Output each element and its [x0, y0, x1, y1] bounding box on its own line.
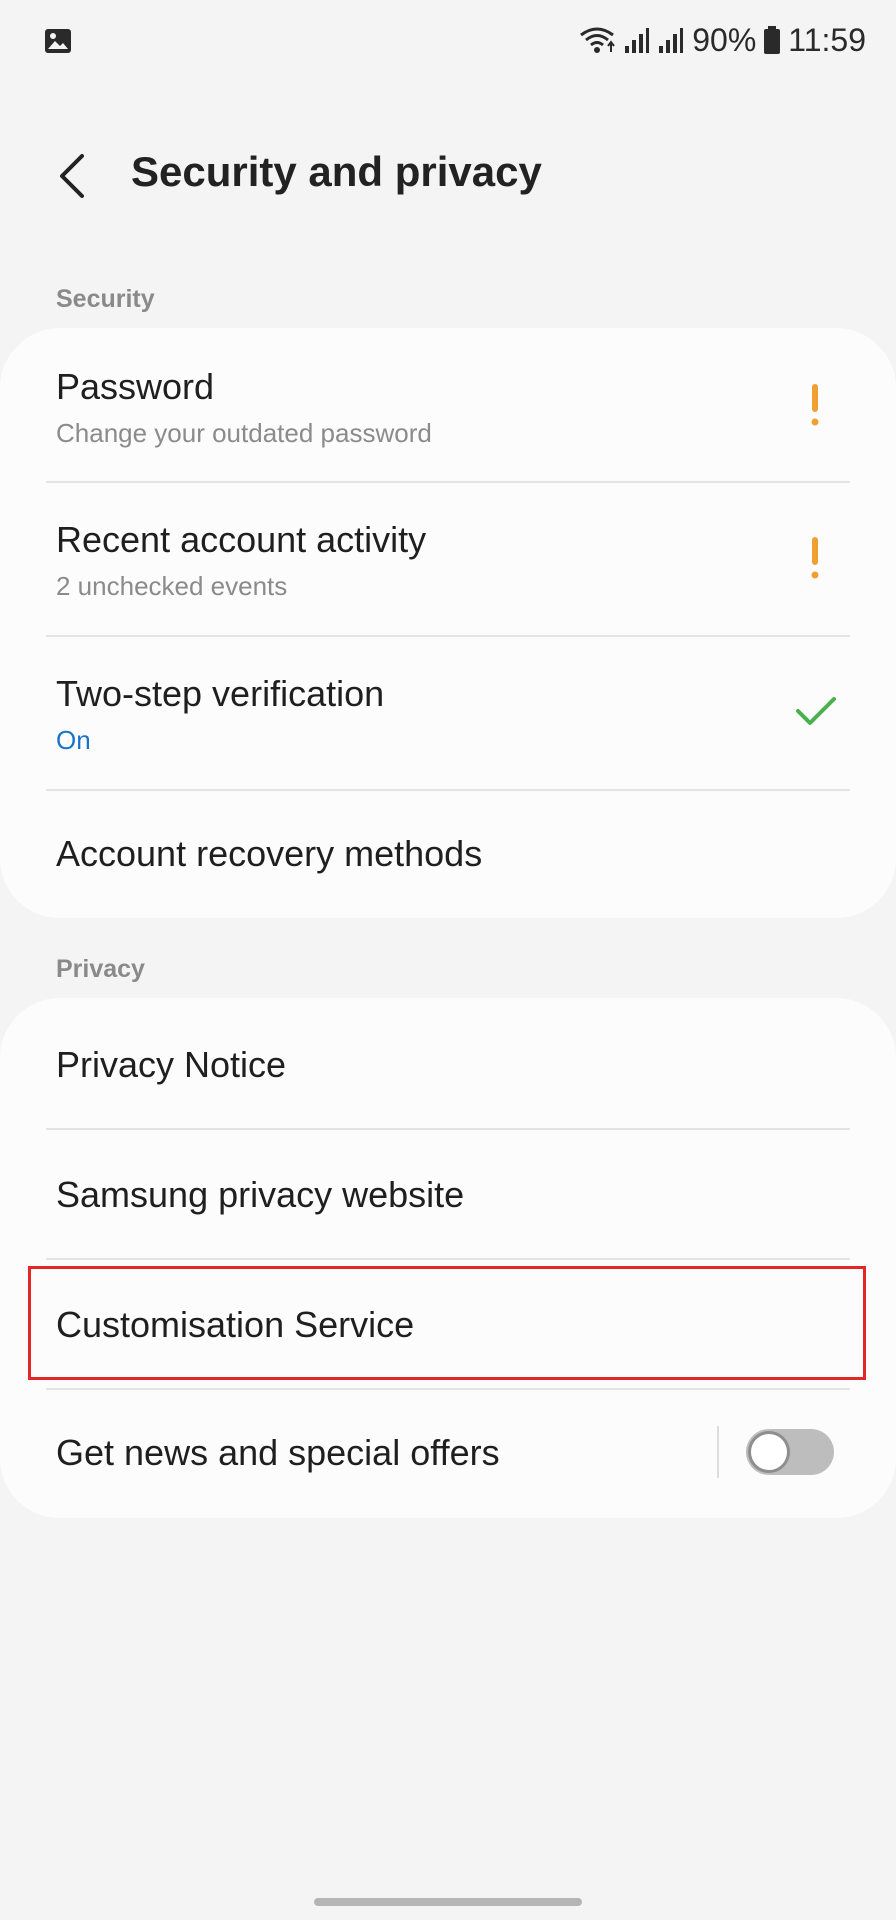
- two-step-verification-row[interactable]: Two-step verification On: [0, 637, 896, 789]
- wifi-icon: [578, 25, 616, 55]
- row-subtitle: 2 unchecked events: [56, 571, 288, 601]
- privacy-notice-row[interactable]: Privacy Notice: [0, 998, 896, 1128]
- signal-icon: [624, 26, 650, 54]
- toggle-knob: [748, 1431, 790, 1473]
- page-title: Security and privacy: [131, 148, 542, 195]
- row-title: Samsung privacy website: [56, 1174, 465, 1215]
- battery-icon: [764, 26, 781, 54]
- row-title: Privacy Notice: [56, 1044, 287, 1085]
- security-card: Password Change your outdated password R…: [0, 328, 896, 918]
- home-indicator[interactable]: [314, 1898, 582, 1906]
- row-subtitle: On: [56, 725, 91, 755]
- privacy-card: Privacy Notice Samsung privacy website C…: [0, 998, 896, 1518]
- warning-icon: [811, 537, 819, 579]
- status-icons: 90% 11:59: [578, 20, 866, 60]
- section-label-privacy: Privacy: [56, 955, 145, 983]
- row-title: Recent account activity: [56, 519, 427, 560]
- signal-icon: [658, 26, 684, 54]
- offers-toggle[interactable]: [746, 1429, 834, 1475]
- recent-account-activity-row[interactable]: Recent account activity 2 unchecked even…: [0, 483, 896, 635]
- image-icon: [44, 28, 72, 59]
- section-label-security: Security: [56, 285, 155, 313]
- row-subtitle: Change your outdated password: [56, 418, 432, 448]
- row-title: Account recovery methods: [56, 833, 483, 874]
- status-bar: 90% 11:59: [0, 0, 896, 80]
- row-title: Customisation Service: [56, 1304, 415, 1345]
- clock: 11:59: [788, 21, 866, 58]
- check-icon: [796, 697, 836, 725]
- back-button[interactable]: [52, 150, 92, 202]
- get-news-and-special-offers-row[interactable]: Get news and special offers: [0, 1390, 896, 1518]
- battery-level: 90%: [692, 21, 757, 58]
- row-title: Two-step verification: [56, 673, 385, 714]
- samsung-privacy-website-row[interactable]: Samsung privacy website: [0, 1130, 896, 1258]
- vertical-divider: [717, 1426, 719, 1478]
- account-recovery-methods-row[interactable]: Account recovery methods: [0, 791, 896, 918]
- warning-icon: [811, 384, 819, 426]
- row-title: Get news and special offers: [56, 1432, 500, 1473]
- password-row[interactable]: Password Change your outdated password: [0, 328, 896, 482]
- chevron-left-icon: [60, 154, 84, 198]
- app-header: Security and privacy: [0, 130, 896, 220]
- customisation-service-row[interactable]: Customisation Service: [0, 1260, 896, 1388]
- row-title: Password: [56, 366, 215, 407]
